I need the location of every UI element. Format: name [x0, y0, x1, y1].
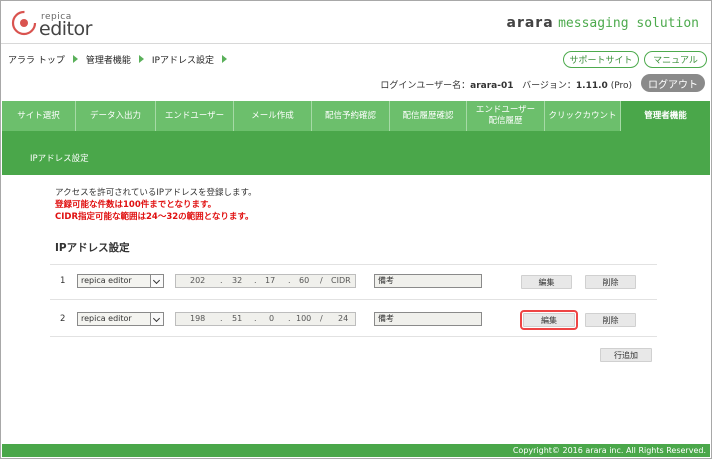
login-info: ログインユーザー名：arara-01 バージョン：1.11.0 (Pro)	[380, 78, 632, 91]
ip-address-field[interactable]: 198 . 51 . 0 . 100 / 24	[175, 312, 356, 326]
breadcrumb-admin[interactable]: 管理者機能	[86, 53, 131, 66]
edit-button[interactable]: 編集	[521, 275, 572, 289]
logo-big-text: editor	[39, 18, 92, 40]
login-label: ログインユーザー名：	[380, 81, 471, 91]
tab-site-select[interactable]: サイト選択	[2, 101, 76, 131]
browser-frame	[0, 0, 712, 459]
ip-dot: .	[220, 276, 223, 285]
logo-mark-icon	[11, 10, 37, 36]
note-field[interactable]: 備考	[374, 274, 482, 288]
cidr-slash: /	[320, 276, 323, 285]
tab-end-user-history[interactable]: エンドユーザー 配信履歴	[467, 101, 545, 131]
breadcrumb: アララ トップ 管理者機能 IPアドレス設定	[8, 51, 235, 67]
cidr-value: 24	[338, 314, 349, 323]
delete-button[interactable]: 削除	[585, 275, 636, 289]
breadcrumb-top[interactable]: アララ トップ	[8, 53, 65, 66]
site-select-value: repica editor	[81, 276, 132, 285]
edition: (Pro)	[610, 81, 632, 91]
ip-octet-1: 202	[190, 276, 206, 285]
page-heading: IPアドレス設定	[55, 242, 130, 254]
footer-copyright: Copyright© 2016 arara inc. All Rights Re…	[2, 444, 710, 457]
logout-button[interactable]: ログアウト	[641, 74, 705, 92]
ip-dot: .	[288, 314, 291, 323]
site-select-value: repica editor	[81, 314, 132, 323]
tab-click-count[interactable]: クリックカウント	[545, 101, 621, 131]
description: アクセスを許可されているIPアドレスを登録します。 登録可能な件数は100件まで…	[55, 187, 257, 223]
breadcrumb-arrow-icon	[138, 55, 144, 63]
repica-editor-logo[interactable]: repica editor	[11, 10, 121, 40]
section-header: IPアドレス設定	[2, 131, 710, 175]
tab-delivery-history[interactable]: 配信履歴確認	[390, 101, 467, 131]
ip-dot: .	[220, 314, 223, 323]
ip-octet-4: 100	[296, 314, 312, 323]
desc-cidr-range: CIDR指定可能な範囲は24～32の範囲となります。	[55, 212, 254, 222]
ip-octet-4: 60	[299, 276, 310, 285]
brand-name: arara messaging solution	[507, 15, 700, 31]
breadcrumb-ip: IPアドレス設定	[151, 55, 214, 66]
chevron-down-icon[interactable]	[150, 275, 163, 287]
login-user: arara-01	[470, 81, 514, 91]
site-select[interactable]: repica editor	[77, 274, 164, 288]
cidr-value: CIDR	[331, 276, 351, 285]
ip-octet-3: 0	[269, 314, 275, 323]
cidr-slash: /	[320, 314, 323, 323]
ip-dot: .	[254, 276, 257, 285]
section-title: IPアドレス設定	[30, 154, 89, 164]
ip-dot: .	[254, 314, 257, 323]
desc-limit-count: 登録可能な件数は100件までとなります。	[55, 200, 217, 210]
divider	[50, 299, 657, 300]
tab-end-user[interactable]: エンドユーザー	[156, 101, 234, 131]
divider	[50, 264, 657, 265]
ip-dot: .	[288, 276, 291, 285]
note-field[interactable]: 備考	[374, 312, 482, 326]
tab-mail-create[interactable]: メール作成	[234, 101, 312, 131]
main-nav: サイト選択 データ入出力 エンドユーザー メール作成 配信予約確認 配信履歴確認…	[2, 101, 710, 131]
tab-admin[interactable]: 管理者機能	[621, 101, 710, 131]
breadcrumb-arrow-icon	[72, 55, 78, 63]
site-select[interactable]: repica editor	[77, 312, 164, 326]
breadcrumb-arrow-icon	[221, 55, 227, 63]
ip-octet-1: 198	[190, 314, 206, 323]
version-label: バージョン：	[522, 81, 576, 91]
chevron-down-icon[interactable]	[150, 313, 163, 325]
ip-octet-3: 17	[265, 276, 276, 285]
tab-data-io[interactable]: データ入出力	[76, 101, 156, 131]
brand-rest: messaging solution	[558, 16, 699, 31]
brand-bold: arara	[506, 15, 554, 31]
delete-button[interactable]: 削除	[585, 313, 636, 327]
edit-button[interactable]: 編集	[520, 310, 578, 330]
desc-line-1: アクセスを許可されているIPアドレスを登録します。	[55, 188, 257, 198]
ip-octet-2: 51	[232, 314, 243, 323]
tab-delivery-reserve[interactable]: 配信予約確認	[312, 101, 390, 131]
add-row-button[interactable]: 行追加	[600, 348, 652, 362]
manual-button[interactable]: マニュアル	[644, 51, 707, 68]
version-number: 1.11.0	[575, 81, 608, 91]
row-number: 2	[60, 314, 66, 324]
page-header: repica editor arara messaging solution	[1, 1, 711, 44]
row-number: 1	[60, 276, 66, 286]
ip-address-field[interactable]: 202 . 32 . 17 . 60 / CIDR	[175, 274, 356, 288]
divider	[50, 336, 657, 337]
support-site-button[interactable]: サポートサイト	[563, 51, 639, 68]
ip-octet-2: 32	[232, 276, 243, 285]
